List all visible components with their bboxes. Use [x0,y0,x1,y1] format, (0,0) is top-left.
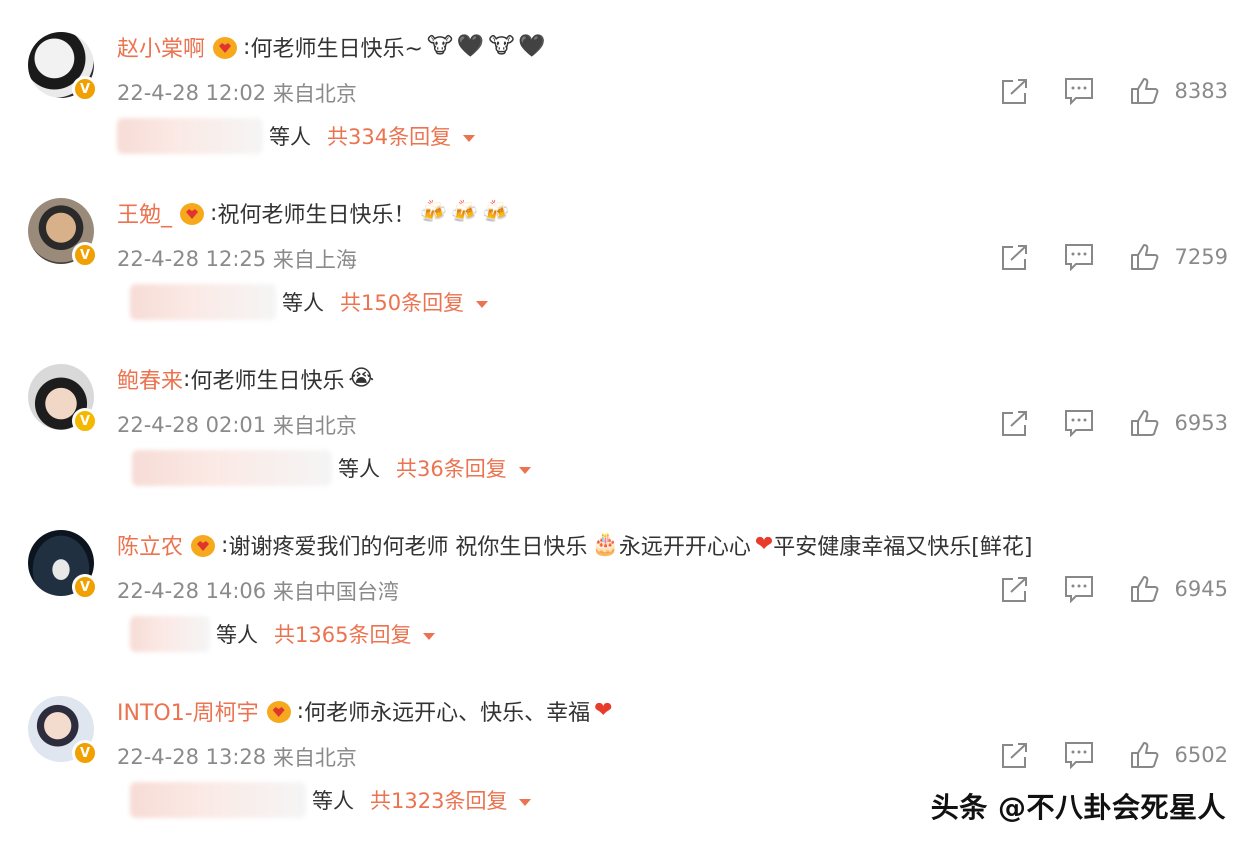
comment-separator: : [183,366,191,392]
cake-emoji-icon: 🎂 [591,532,619,557]
reply-total-link[interactable]: 共1365条回复 [274,619,411,649]
comment-time: 22-4-28 14:06 [117,579,267,603]
blurred-user-names [130,616,210,652]
comment-separator: : [210,200,218,226]
crown-icon [189,532,217,558]
comment-text-part2: 永远开开心心 [618,535,751,560]
crying-face-emoji-icon: 😭 [348,366,375,391]
cow-emoji-icon: 🐮 [426,34,453,59]
share-icon[interactable] [1000,242,1030,272]
like-count: 6502 [1174,743,1228,767]
blurred-user-names [117,118,263,154]
username[interactable]: INTO1-周柯宇 [117,695,259,727]
reply-total-link[interactable]: 共334条回复 [327,121,451,151]
black-heart-emoji-icon: 🖤 [456,34,485,59]
like-count: 7259 [1174,245,1228,269]
username[interactable]: 鲍春来 [117,363,183,395]
red-heart-emoji-icon: ❤ [594,698,613,723]
watermark: 头条 @不八卦会死星人 [930,791,1226,824]
blurred-user-names [130,782,306,818]
reply-total-link[interactable]: 共1323条回复 [370,785,507,815]
share-icon[interactable] [1000,574,1030,604]
reply-others-label: 等人 [312,789,354,813]
comment-icon[interactable] [1064,76,1094,106]
comment-location: 来自上海 [272,248,357,272]
thumbs-up-icon[interactable] [1130,740,1160,770]
verified-badge-icon: V [72,574,98,600]
reply-total-link[interactable]: 共150条回复 [340,287,464,317]
share-icon[interactable] [1000,408,1030,438]
comment-location: 来自北京 [272,82,357,106]
comment-text: 何老师生日快乐~ [250,37,423,62]
like-count: 8383 [1174,79,1228,103]
comment-item: V 赵小棠啊 : 何老师生日快乐~ 🐮 🖤 🐮 🖤 22-4-28 12:02 … [0,0,1254,166]
comment-icon[interactable] [1064,574,1094,604]
like-count: 6953 [1174,411,1228,435]
beer-emoji-icon: 🍻 [450,200,479,225]
verified-badge-icon: V [72,408,98,434]
thumbs-up-icon[interactable] [1130,574,1160,604]
chevron-down-icon[interactable] [519,798,532,806]
thumbs-up-icon[interactable] [1130,76,1160,106]
comment-location: 来自中国台湾 [272,580,399,604]
avatar[interactable]: V [28,696,98,766]
chevron-down-icon[interactable] [518,466,531,474]
chevron-down-icon[interactable] [423,632,436,640]
comment-text: 谢谢疼爱我们的何老师 祝你生日快乐 [228,535,588,560]
reply-total-link[interactable]: 共36条回复 [396,453,507,483]
comment-time: 22-4-28 13:28 [117,745,267,769]
comment-text: 祝何老师生日快乐！ [217,203,416,228]
beer-emoji-icon: 🍻 [419,200,447,225]
blurred-user-names [130,284,276,320]
red-heart-emoji-icon: ❤ [754,532,774,557]
comment-icon[interactable] [1064,408,1094,438]
share-icon[interactable] [1000,76,1030,106]
username[interactable]: 赵小棠啊 [117,31,205,63]
comment-item: V 鲍春来 : 何老师生日快乐 😭 22-4-28 02:01 来自北京 695… [0,332,1254,498]
like-count: 6945 [1174,577,1228,601]
black-heart-emoji-icon: 🖤 [518,34,546,59]
comment-location: 来自北京 [272,746,357,770]
avatar[interactable]: V [28,198,98,268]
comment-text-part3: 平安健康幸福又快乐[鲜花] [773,535,1033,560]
comment-icon[interactable] [1064,740,1094,770]
comment-time: 22-4-28 12:02 [117,81,267,105]
comment-separator: : [221,532,229,558]
comment-text: 何老师永远开心、快乐、幸福 [304,701,591,726]
avatar[interactable]: V [28,364,98,434]
crown-icon [265,698,293,724]
thumbs-up-icon[interactable] [1130,242,1160,272]
reply-others-label: 等人 [282,291,324,315]
comment-time: 22-4-28 02:01 [117,413,267,437]
chevron-down-icon[interactable] [476,300,489,308]
comment-item: V 王勉_ : 祝何老师生日快乐！ 🍻 🍻 🍻 22-4-28 12:25 来自… [0,166,1254,332]
comment-location: 来自北京 [272,414,357,438]
comment-item: V 陈立农 : 谢谢疼爱我们的何老师 祝你生日快乐 🎂 永远开开心心 ❤ 平安健… [0,498,1254,664]
comment-text: 何老师生日快乐 [190,369,345,394]
reply-others-label: 等人 [216,623,258,647]
thumbs-up-icon[interactable] [1130,408,1160,438]
comment-separator: : [243,34,251,60]
verified-badge-icon: V [72,740,98,766]
reply-others-label: 等人 [338,457,380,481]
avatar[interactable]: V [28,32,98,102]
blurred-user-names [132,450,332,486]
reply-others-label: 等人 [269,125,311,149]
crown-icon [211,34,239,60]
crown-icon [178,200,206,226]
username[interactable]: 陈立农 [117,529,183,561]
beer-emoji-icon: 🍻 [482,200,510,225]
comment-separator: : [296,698,305,724]
verified-badge-icon: V [72,242,98,268]
avatar[interactable]: V [28,530,98,600]
chevron-down-icon[interactable] [463,134,476,142]
comment-icon[interactable] [1064,242,1094,272]
verified-badge-icon: V [72,76,98,102]
share-icon[interactable] [1000,740,1030,770]
username[interactable]: 王勉_ [117,197,172,229]
cow-emoji-icon: 🐮 [488,34,515,59]
comment-time: 22-4-28 12:25 [117,247,267,271]
